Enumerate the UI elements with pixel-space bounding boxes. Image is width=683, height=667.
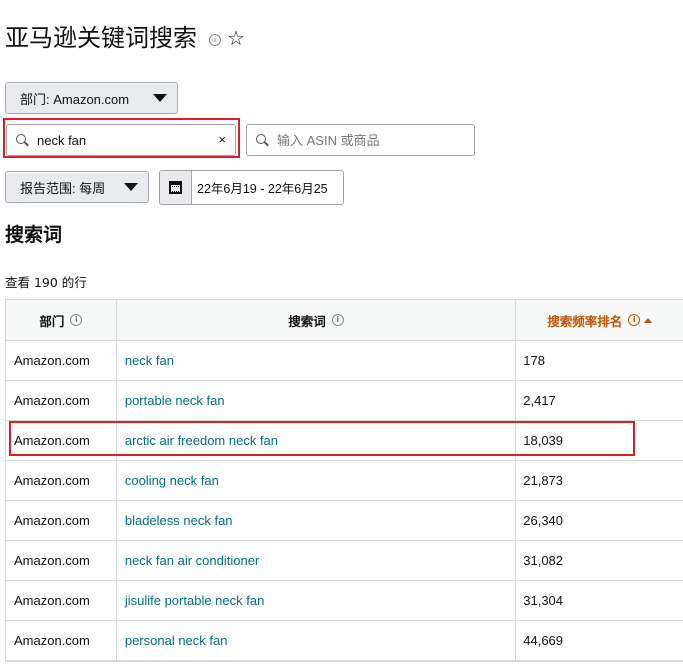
cell-rank: 44,669 (516, 621, 683, 660)
date-range-picker[interactable]: 22年6月19 - 22年6月25 (159, 170, 344, 205)
calendar-button[interactable] (160, 171, 192, 204)
table-row: Amazon.com neck fan 178 (6, 341, 683, 381)
cell-rank: 178 (516, 341, 683, 380)
date-range-text: 22年6月19 - 22年6月25 (197, 182, 328, 196)
header-label: 搜索词 (288, 313, 326, 329)
cell-department: Amazon.com (6, 621, 117, 660)
department-label: 部门: Amazon.com (20, 91, 130, 107)
search-icon (256, 133, 269, 147)
asin-search-box[interactable] (246, 124, 475, 156)
header-label: 搜索频率排名 (547, 313, 623, 329)
page-title: 亚马逊关键词搜索 (5, 24, 197, 52)
cell-rank: 21,873 (516, 461, 683, 500)
asin-search-input[interactable] (277, 132, 437, 148)
cell-department: Amazon.com (6, 501, 117, 540)
search-term-link[interactable]: personal neck fan (125, 633, 228, 648)
search-term-link[interactable]: cooling neck fan (125, 473, 219, 488)
table-row: Amazon.com bladeless neck fan 26,340 (6, 501, 683, 541)
sort-ascending-icon (644, 317, 653, 323)
cell-rank: 31,304 (516, 581, 683, 620)
search-term-link[interactable]: neck fan (125, 353, 174, 368)
table-row: Amazon.com jisulife portable neck fan 31… (6, 581, 683, 621)
cell-search-term: portable neck fan (117, 381, 517, 420)
cell-department: Amazon.com (6, 541, 117, 580)
star-icon[interactable]: ☆ (227, 26, 245, 50)
cell-search-term: personal neck fan (117, 621, 517, 660)
caret-down-icon (153, 94, 167, 102)
search-term-link[interactable]: bladeless neck fan (125, 513, 233, 528)
cell-rank: 26,340 (516, 501, 683, 540)
search-term-link[interactable]: portable neck fan (125, 393, 225, 408)
header-search-term[interactable]: 搜索词 i (117, 300, 517, 340)
cell-department: Amazon.com (6, 341, 117, 380)
calendar-icon (169, 181, 182, 194)
search-term-link[interactable]: jisulife portable neck fan (125, 593, 264, 608)
info-icon[interactable]: i (209, 34, 221, 46)
cell-search-term: jisulife portable neck fan (117, 581, 517, 620)
info-icon[interactable]: i (628, 314, 641, 326)
table-row: Amazon.com cooling neck fan 21,873 (6, 461, 683, 501)
cell-department: Amazon.com (6, 461, 117, 500)
table-row: Amazon.com neck fan air conditioner 31,0… (6, 541, 683, 581)
cell-department: Amazon.com (6, 381, 117, 420)
report-range-label: 报告范围: 每周 (20, 180, 106, 196)
report-range-dropdown[interactable]: 报告范围: 每周 (5, 171, 149, 203)
search-highlight-box (3, 118, 240, 158)
cell-rank: 2,417 (516, 381, 683, 420)
cell-search-term: cooling neck fan (117, 461, 517, 500)
cell-rank: 31,082 (516, 541, 683, 580)
cell-search-term: neck fan (117, 341, 517, 380)
caret-down-icon (124, 183, 138, 191)
section-title: 搜索词 (5, 224, 63, 246)
cell-search-term: bladeless neck fan (117, 501, 517, 540)
table-header: 部门 i 搜索词 i 搜索频率排名 i (6, 300, 683, 341)
cell-department: Amazon.com (6, 581, 117, 620)
search-terms-table: 部门 i 搜索词 i 搜索频率排名 i Amazon.com neck fan … (5, 299, 683, 662)
table-row: Amazon.com personal neck fan 44,669 (6, 621, 683, 661)
table-row: Amazon.com portable neck fan 2,417 (6, 381, 683, 421)
search-term-link[interactable]: neck fan air conditioner (125, 553, 259, 568)
header-label: 部门 (39, 313, 65, 329)
info-icon[interactable]: i (331, 314, 344, 326)
department-dropdown[interactable]: 部门: Amazon.com (5, 82, 178, 114)
header-search-frequency-rank[interactable]: 搜索频率排名 i (516, 300, 683, 340)
cell-search-term: neck fan air conditioner (117, 541, 517, 580)
info-icon[interactable]: i (70, 314, 83, 326)
header-department[interactable]: 部门 i (6, 300, 117, 340)
row-count: 查看 190 的行 (5, 275, 87, 290)
row-highlight-box (9, 421, 635, 456)
